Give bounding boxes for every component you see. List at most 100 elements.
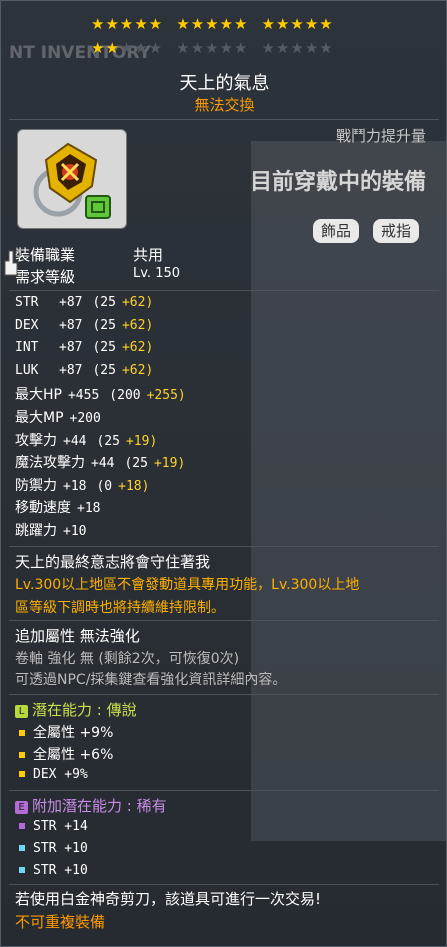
- req-job-label: 裝備職業: [15, 246, 76, 264]
- bullet-icon: [19, 771, 25, 777]
- potential-line-text: DEX +9%: [33, 767, 88, 782]
- stat-total: +200: [69, 411, 101, 426]
- stat-bonus: +19): [153, 456, 186, 472]
- bullet-icon: [19, 845, 25, 851]
- ring-icon: [33, 142, 111, 219]
- potential-title: 潛在能力 : 傳說: [32, 701, 137, 719]
- stat-name: 攻擊力: [15, 432, 57, 449]
- stat-total: +44: [63, 433, 87, 449]
- stat-row: 最大MP +200: [15, 407, 101, 427]
- additional-line-text: STR +10: [33, 863, 88, 878]
- additional-potential-line: STR +10: [15, 841, 88, 856]
- stat-bonus: +255): [146, 388, 186, 404]
- star-force-row-2: ★★★★★ ★★★★★ ★★★★★: [91, 39, 347, 57]
- item-tooltip: NT INVENTORY ★★★★★ ★★★★★ ★★★★★ ★★★★★ ★★★★★ ★…: [0, 0, 447, 947]
- stat-bonus: +62): [121, 340, 154, 356]
- star-icon-group: ★★★★★: [176, 15, 249, 33]
- divider: [9, 290, 439, 291]
- stat-name: INT: [15, 340, 39, 356]
- stat-name: 最大HP: [15, 387, 62, 404]
- stat-row: LUK +87 (25 +62): [15, 362, 153, 378]
- stat-total: +18: [77, 501, 101, 517]
- additional-potential-title: 附加潛在能力 : 稀有: [32, 797, 167, 815]
- trade-status: 無法交換: [194, 96, 255, 114]
- scissors-note: 若使用白金神奇剪刀，該道具可進行一次交易!: [15, 890, 322, 908]
- stat-name: 移動速度: [15, 500, 71, 517]
- stat-name: 跳躍力: [15, 523, 57, 539]
- potential-line: 全屬性 +6%: [15, 744, 113, 764]
- bullet-icon: [19, 752, 25, 758]
- category-tag: 戒指: [373, 219, 420, 243]
- potential-line-text: 全屬性 +9%: [33, 725, 114, 741]
- stat-base: (25: [92, 295, 116, 310]
- level-restriction-line: Lv.300以上地區不會發動道具專用功能，Lv.300以上地: [15, 577, 360, 593]
- req-job-value: 共用: [133, 246, 164, 264]
- req-level-value: Lv. 150: [133, 266, 181, 281]
- background-inventory-window: [251, 141, 446, 841]
- equipped-label: 目前穿戴中的裝備: [249, 170, 426, 195]
- stat-row: 攻擊力 +44 (25 +19): [15, 430, 157, 450]
- stat-name: LUK: [15, 362, 39, 378]
- star-icon-group: ★★: [91, 39, 120, 57]
- unique-equip-note: 不可重複裝備: [15, 913, 106, 931]
- empty-star-icon-group: ★★★★★: [261, 39, 334, 57]
- req-level-label: 需求等級: [15, 268, 76, 286]
- stat-name: 魔法攻擊力: [15, 455, 85, 472]
- stat-base: (25: [124, 456, 148, 472]
- stat-name: 防禦力: [15, 477, 57, 494]
- stat-total: +87: [59, 295, 83, 310]
- stat-base: (25: [92, 362, 116, 378]
- star-force-row-1: ★★★★★ ★★★★★ ★★★★★: [91, 15, 347, 33]
- additional-potential-header: E 附加潛在能力 : 稀有: [15, 795, 167, 816]
- stat-bonus: +18): [118, 478, 150, 494]
- enhance-hint-text: 可透過NPC/採集鍵查看強化資訊詳細內容。: [15, 672, 287, 688]
- req-level-row: 需求等級 Lv. 150: [15, 266, 180, 287]
- additional-line-text: STR +14: [33, 819, 88, 834]
- additional-option-text: 追加屬性 無法強化: [15, 627, 140, 645]
- empty-star-icon-group: ★★★: [119, 39, 164, 57]
- stat-base: (25: [92, 340, 116, 356]
- star-icon-group: ★★★★★: [261, 15, 334, 33]
- item-name: 天上的氣息: [179, 73, 270, 94]
- stat-total: +87: [59, 340, 83, 356]
- potential-line: DEX +9%: [15, 767, 88, 782]
- stat-row: 魔法攻擊力 +44 (25 +19): [15, 452, 185, 472]
- stat-row: INT +87 (25 +62): [15, 339, 153, 355]
- divider: [9, 884, 439, 885]
- additional-line-text: STR +10: [33, 841, 88, 856]
- bullet-icon: [19, 823, 25, 829]
- stat-row: 最大HP +455 (200 +255): [15, 384, 186, 404]
- potential-header: L 潛在能力 : 傳說: [15, 699, 137, 720]
- additional-potential-line: STR +10: [15, 863, 88, 878]
- divider: [9, 119, 439, 120]
- stat-total: +18: [63, 478, 87, 494]
- empty-star-icon-group: ★★★★★: [176, 39, 249, 57]
- additional-potential-line: STR +14: [15, 819, 88, 834]
- stat-base: (25: [96, 433, 120, 449]
- stat-row: 移動速度 +18: [15, 497, 100, 517]
- divider: [9, 620, 439, 621]
- stat-base: (0: [96, 478, 113, 494]
- divider: [9, 790, 439, 791]
- stat-name: 最大MP: [15, 410, 64, 426]
- upgrade-slot-text: 卷軸 強化 無 (剩餘2次，可恢復0次): [15, 651, 240, 667]
- stat-total: +87: [59, 362, 83, 378]
- stat-bonus: +19): [125, 433, 158, 449]
- req-job-row: 裝備職業 共用: [15, 244, 163, 265]
- stat-total: +455: [67, 388, 100, 404]
- stat-base: (200: [109, 388, 141, 404]
- stat-total: +44: [91, 456, 115, 472]
- combat-power-label: 戰鬥力提升量: [335, 127, 426, 145]
- stat-row: DEX +87 (25 +62): [15, 317, 153, 333]
- stat-name: DEX: [15, 317, 39, 333]
- stat-base: (25: [92, 317, 116, 333]
- bullet-icon: [19, 730, 25, 736]
- stat-bonus: +62): [121, 362, 154, 378]
- potential-line-text: 全屬性 +6%: [33, 747, 114, 763]
- legendary-badge-icon: L: [15, 705, 28, 718]
- level-restriction-line: 區等級下調時也將持續維持限制。: [15, 600, 225, 616]
- stat-row: 跳躍力 +10: [15, 520, 86, 540]
- epic-badge-icon: E: [15, 801, 28, 814]
- potential-line: 全屬性 +9%: [15, 722, 113, 742]
- divider: [9, 694, 439, 695]
